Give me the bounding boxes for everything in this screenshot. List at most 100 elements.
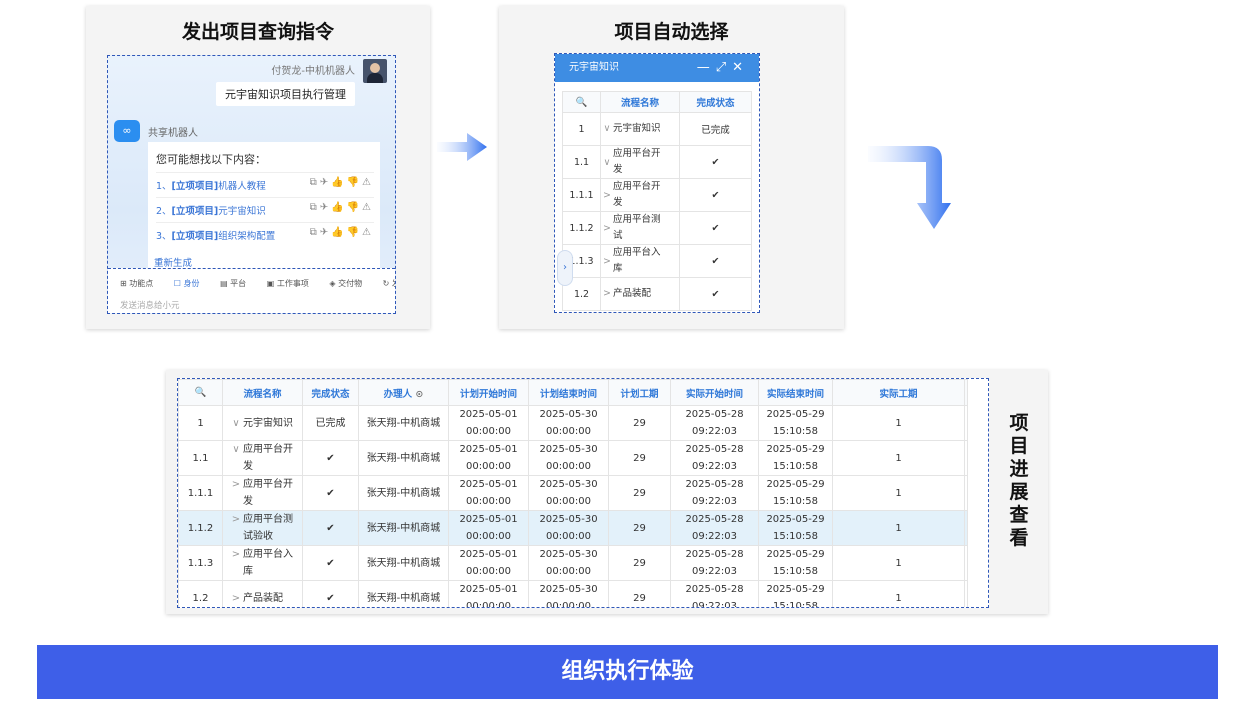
expand-chevron-icon[interactable]: > — [601, 286, 613, 302]
cell-owner: 张天翔-中机商城 — [358, 510, 449, 546]
feedback-icons[interactable]: ⧉✈👍👎⚠ — [310, 202, 374, 213]
expand-chevron-icon[interactable]: ∨ — [229, 441, 243, 458]
search-icon[interactable]: 🔍 — [178, 379, 223, 406]
expand-chevron-icon[interactable]: > — [601, 221, 613, 237]
message-input[interactable]: 发送消息给小元 — [120, 299, 180, 311]
panel-title-progress: 项目进展查看 — [1009, 412, 1029, 549]
table-row[interactable]: 1.1.3 >应用平台入库 ✔ — [562, 244, 752, 278]
table-row[interactable]: 1.1 ∨ 应用平台开发 ✔ 张天翔-中机商城 2025-05-01 00:00:00 20… — [178, 440, 968, 476]
expand-chevron-icon[interactable]: > — [229, 590, 243, 607]
cell-plan-end: 2025-05-30 00:00:00 — [528, 545, 609, 581]
col-actual-days: 实际工期 — [832, 379, 965, 406]
cell-actual-start: 2025-05-28 09:22:03 — [670, 510, 759, 546]
cell-plan-start: 2025-05-01 00:00:00 — [448, 405, 529, 441]
row-id: 1.1.2 — [562, 211, 601, 245]
col-plan-end: 计划结束时间 — [528, 379, 609, 406]
table-row[interactable]: 1 ∨ 元宇宙知识 已完成 — [562, 112, 752, 146]
toolbar-identity-button[interactable]: ☐ 身份 — [174, 279, 209, 288]
cell-plan-days: 29 — [608, 405, 671, 441]
cell-plan-start: 2025-05-01 00:00:00 — [448, 475, 529, 511]
suggestion-hint: 您可能想找以下内容： — [156, 153, 266, 166]
toolbar-workitem-button[interactable]: ▣ 工作事项 — [267, 279, 318, 288]
cell-plan-end: 2025-05-30 00:00:00 — [528, 405, 609, 441]
col-actual-start: 实际开始时间 — [670, 379, 759, 406]
cell-actual-end: 2025-05-29 15:10:58 — [758, 580, 833, 607]
chat-toolbar: ⊞ 功能点 ☐ 身份 ▤ 平台 ▣ 工作事项 ◈ 交付物 ↻ 发现 发送消息给小… — [108, 268, 395, 313]
row-id: 1.1.3 — [178, 545, 223, 581]
check-icon: ✔ — [302, 440, 359, 476]
expand-chevron-icon[interactable]: > — [601, 254, 613, 270]
expand-side-tab[interactable]: › — [557, 250, 573, 286]
cell-plan-end: 2025-05-30 00:00:00 — [528, 475, 609, 511]
cell-owner: 张天翔-中机商城 — [358, 475, 449, 511]
expand-chevron-icon[interactable]: ∨ — [229, 415, 243, 432]
check-icon: ✔ — [679, 277, 752, 311]
expand-chevron-icon[interactable]: > — [229, 546, 243, 563]
row-id: 1.2 — [178, 580, 223, 607]
row-name-cell: ∨ 元宇宙知识 — [222, 405, 303, 441]
cell-owner: 张天翔-中机商城 — [358, 405, 449, 441]
cell-spacer — [964, 440, 968, 476]
feedback-icons[interactable]: ⧉✈👍👎⚠ — [310, 227, 374, 238]
row-name: 元宇宙知识 — [613, 122, 661, 134]
expand-chevron-icon[interactable]: ∨ — [601, 121, 613, 137]
window-title: 元宇宙知识 — [569, 62, 619, 73]
cell-actual-end: 2025-05-29 15:10:58 — [758, 440, 833, 476]
row-name-cell: ∨应用平台开发 — [600, 145, 680, 179]
close-icon[interactable]: ✕ — [732, 60, 749, 75]
user-avatar — [363, 59, 387, 83]
expand-chevron-icon[interactable]: > — [229, 476, 243, 493]
arrow-down-icon — [868, 146, 951, 229]
toolbar-discover-button[interactable]: ↻ 发现 — [383, 279, 395, 288]
row-name-cell: > 应用平台测试验收 — [222, 510, 303, 546]
minimize-icon[interactable]: — — [697, 60, 716, 75]
table-row[interactable]: 1.1 ∨应用平台开发 ✔ — [562, 145, 752, 179]
row-name-cell: >应用平台入库 — [600, 244, 680, 278]
table-row[interactable]: 1.1.3 > 应用平台入库 ✔ 张天翔-中机商城 2025-05-01 00:00:00… — [178, 545, 968, 581]
expand-chevron-icon[interactable]: > — [229, 511, 243, 528]
search-icon[interactable]: 🔍 — [562, 91, 601, 113]
suggestion-option-3[interactable]: 3、[立项项目]组织架构配置 ⧉✈👍👎⚠ — [156, 222, 374, 242]
row-id: 1.1.1 — [562, 178, 601, 212]
table-row[interactable]: 1 ∨ 元宇宙知识 已完成 张天翔-中机商城 2025-05-01 00:00:00 202… — [178, 405, 968, 441]
row-name: 应用平台入库 — [243, 549, 293, 577]
cell-plan-days: 29 — [608, 580, 671, 607]
row-id: 1 — [178, 405, 223, 441]
cell-actual-days: 1 — [832, 545, 965, 581]
table-row[interactable]: 1.1.1 >应用平台开发 ✔ — [562, 178, 752, 212]
check-icon: ✔ — [679, 145, 752, 179]
cell-actual-end: 2025-05-29 15:10:58 — [758, 405, 833, 441]
collapse-icon[interactable]: ⊙ — [415, 389, 423, 400]
row-name: 产品装配 — [243, 592, 283, 604]
cell-actual-days: 1 — [832, 440, 965, 476]
project-window: 元宇宙知识 —⤢✕ 🔍 流程名称 完成状态 1 ∨ 元宇宙知识 已完成 1.1 ∨应用平台… — [554, 53, 760, 313]
toolbar-platform-button[interactable]: ▤ 平台 — [220, 279, 255, 288]
cell-plan-days: 29 — [608, 475, 671, 511]
table-row[interactable]: 1.1.2 > 应用平台测试验收 ✔ 张天翔-中机商城 2025-05-01 00:00:… — [178, 510, 968, 546]
row-name: 应用平台测试验收 — [243, 514, 293, 542]
cell-plan-start: 2025-05-01 00:00:00 — [448, 440, 529, 476]
check-icon: ✔ — [679, 244, 752, 278]
cell-spacer — [964, 405, 968, 441]
panel-title-query: 发出项目查询指令 — [181, 21, 334, 43]
table-row[interactable]: 1.1.2 >应用平台测试 ✔ — [562, 211, 752, 245]
suggestion-option-1[interactable]: 1、[立项项目]机器人教程 ⧉✈👍👎⚠ — [156, 172, 374, 192]
col-owner: 办理人 ⊙ — [358, 379, 449, 406]
table-row[interactable]: 1.2 > 产品装配 ✔ — [562, 277, 752, 311]
feedback-icons[interactable]: ⧉✈👍👎⚠ — [310, 177, 374, 188]
expand-chevron-icon[interactable]: > — [601, 188, 613, 204]
suggestion-option-2[interactable]: 2、[立项项目]元宇宙知识 ⧉✈👍👎⚠ — [156, 197, 374, 217]
toolbar-deliverable-button[interactable]: ◈ 交付物 — [329, 279, 371, 288]
check-icon: ✔ — [302, 475, 359, 511]
table-row[interactable]: 1.2 > 产品装配 ✔ 张天翔-中机商城 2025-05-01 00:00:00 2025… — [178, 580, 968, 607]
row-name: 应用平台开发 — [613, 148, 661, 175]
maximize-icon[interactable]: ⤢ — [716, 60, 732, 75]
cell-spacer — [964, 580, 968, 607]
panel-title-auto-select: 项目自动选择 — [614, 21, 729, 43]
table-row[interactable]: 1.1.1 > 应用平台开发 ✔ 张天翔-中机商城 2025-05-01 00:00:00… — [178, 475, 968, 511]
expand-chevron-icon[interactable]: ∨ — [601, 155, 613, 171]
regenerate-link[interactable]: 重新生成 — [154, 255, 192, 269]
toolbar-function-button[interactable]: ⊞ 功能点 — [120, 279, 162, 288]
row-name-cell: ∨应用平台开发 — [222, 440, 303, 476]
cell-plan-end: 2025-05-30 00:00:00 — [528, 440, 609, 476]
